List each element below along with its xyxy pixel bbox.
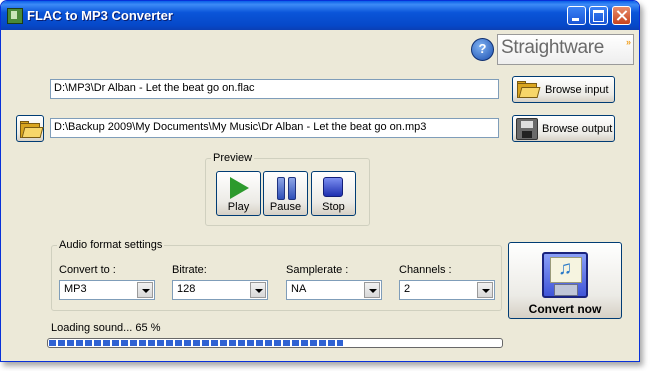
- bitrate-select[interactable]: 128: [172, 280, 268, 300]
- open-output-folder-button[interactable]: [16, 115, 44, 142]
- stop-button[interactable]: Stop: [311, 171, 356, 216]
- folder-icon: [20, 121, 44, 138]
- input-path-field[interactable]: D:\MP3\Dr Alban - Let the beat go on.fla…: [50, 79, 499, 99]
- convert-now-button[interactable]: ♫ Convert now: [508, 242, 622, 319]
- samplerate-select[interactable]: NA: [286, 280, 382, 300]
- disk-icon: [516, 118, 538, 140]
- brand-signal-icon: »: [625, 37, 631, 47]
- maximize-button[interactable]: [589, 6, 608, 25]
- play-button[interactable]: Play: [216, 171, 261, 216]
- minimize-button[interactable]: [567, 6, 586, 25]
- stop-label: Stop: [322, 201, 345, 213]
- chevron-down-icon[interactable]: [364, 282, 380, 298]
- brand-logo[interactable]: Straightware »: [497, 34, 634, 65]
- help-button[interactable]: ?: [471, 38, 494, 61]
- progress-fill: [49, 340, 343, 346]
- convert-now-label: Convert now: [528, 302, 602, 316]
- close-button[interactable]: [612, 6, 631, 25]
- browse-input-button[interactable]: Browse input: [512, 76, 615, 103]
- samplerate-label: Samplerate :: [286, 264, 349, 276]
- channels-value: 2: [404, 283, 411, 295]
- pause-label: Pause: [269, 201, 302, 213]
- convert-to-label: Convert to :: [59, 264, 116, 276]
- chevron-down-icon[interactable]: [477, 282, 493, 298]
- audio-settings-legend: Audio format settings: [59, 239, 163, 251]
- output-path-field[interactable]: D:\Backup 2009\My Documents\My Music\Dr …: [50, 118, 499, 138]
- play-label: Play: [227, 201, 250, 213]
- title-bar[interactable]: FLAC to MP3 Converter: [1, 1, 639, 30]
- window-title: FLAC to MP3 Converter: [27, 8, 173, 23]
- browse-output-label: Browse output: [542, 123, 613, 135]
- preview-legend: Preview: [213, 152, 253, 164]
- bitrate-value: 128: [177, 283, 196, 295]
- stop-icon: [323, 177, 343, 197]
- chevron-down-icon[interactable]: [137, 282, 153, 298]
- browse-input-label: Browse input: [545, 84, 609, 96]
- pause-button[interactable]: Pause: [263, 171, 308, 216]
- pause-icon: [277, 177, 285, 200]
- browse-output-button[interactable]: Browse output: [512, 115, 615, 142]
- status-text: Loading sound... 65 %: [51, 322, 161, 334]
- channels-select[interactable]: 2: [399, 280, 495, 300]
- folder-icon: [517, 81, 541, 98]
- convert-to-value: MP3: [64, 283, 87, 295]
- convert-to-select[interactable]: MP3: [59, 280, 155, 300]
- samplerate-value: NA: [291, 283, 307, 295]
- progress-bar: [47, 338, 503, 348]
- brand-name: Straightware: [501, 37, 605, 58]
- floppy-disk-icon: ♫: [542, 252, 588, 298]
- app-window: FLAC to MP3 Converter ? Straightware » D…: [0, 0, 640, 362]
- channels-label: Channels :: [399, 264, 452, 276]
- app-icon: [7, 8, 23, 24]
- play-icon: [230, 177, 249, 199]
- bitrate-label: Bitrate:: [172, 264, 207, 276]
- music-note-icon: ♫: [558, 258, 573, 279]
- chevron-down-icon[interactable]: [250, 282, 266, 298]
